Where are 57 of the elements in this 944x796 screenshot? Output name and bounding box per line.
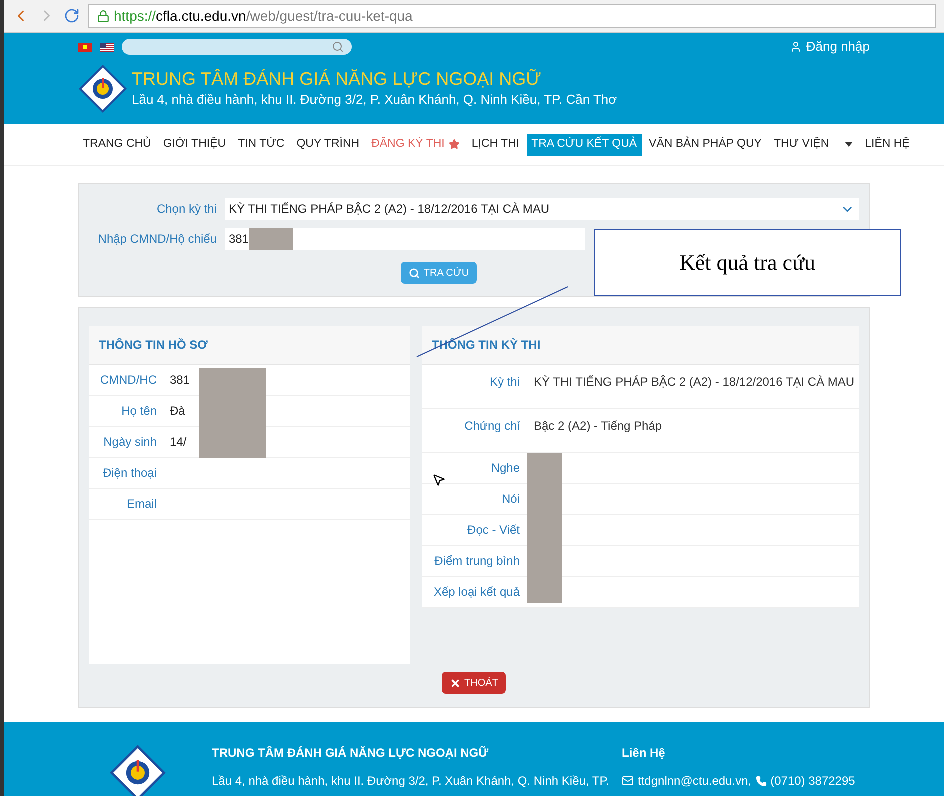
nav-item[interactable]: ĐĂNG KÝ THI: [366, 134, 465, 156]
address-bar[interactable]: https://cfla.ctu.edu.vn/web/guest/tra-cuu-ket-qua: [88, 4, 936, 28]
field-label: Email: [126, 496, 157, 513]
field-value: KỲ THI TIẾNG PHÁP BẬC 2 (A2) - 18/12/2016 TẠI CÀ MAU: [534, 374, 855, 391]
exam-select[interactable]: KỲ THI TIẾNG PHÁP BẬC 2 (A2) - 18/12/2016 TẠI CÀ MAU: [225, 198, 859, 220]
exit-button[interactable]: THOÁT: [442, 672, 506, 694]
field-label: CMND/HC: [99, 372, 157, 389]
field-label: Chọn kỳ thi: [156, 201, 217, 218]
star-icon: [448, 139, 460, 150]
field-value: Đà: [170, 403, 186, 420]
nav-item[interactable]: TRANG CHỦ: [78, 134, 156, 156]
footer-title: TRUNG TÂM ĐÁNH GIÁ NĂNG LỰC NGOẠI NGỮ: [212, 745, 490, 762]
cursor-icon: [432, 473, 446, 487]
field-value: Bậc 2 (A2) - Tiếng Pháp: [534, 418, 662, 435]
user-icon: [790, 41, 802, 53]
field-label: Xếp loại kết quả: [432, 584, 520, 601]
field-label: Nói: [500, 491, 520, 508]
id-input[interactable]: 381: [225, 228, 585, 250]
field-value: 14/: [170, 434, 187, 451]
field-label: Chứng chỉ: [464, 418, 520, 435]
nav-item[interactable]: GIỚI THIỆU: [158, 134, 232, 156]
search-icon[interactable]: [332, 41, 344, 53]
us-flag-icon[interactable]: [100, 42, 114, 52]
nav-item[interactable]: LỊCH THI: [466, 134, 525, 156]
field-label: Điểm trung bình: [434, 553, 520, 570]
field-label: Ngày sinh: [102, 434, 157, 451]
url-text: https://cfla.ctu.edu.vn/web/guest/tra-cuu-ket-qua: [114, 6, 413, 26]
field-label: Đọc - Viết: [466, 522, 520, 539]
contact-email: ttdgnlnn@ctu.edu.vn,: [638, 773, 752, 790]
site-address: Lầu 4, nhà điều hành, khu II. Đường 3/2, P. Xuân Khánh, Q. Ninh Kiều, TP. Cần Thơ: [132, 91, 618, 109]
contact-phone: (0710) 3872295: [770, 773, 856, 790]
nav-item[interactable]: THƯ VIỆN: [768, 134, 858, 156]
callout-text: Kết quả tra cứu: [680, 249, 816, 277]
search-icon: [408, 268, 420, 278]
phone-icon: [756, 776, 767, 786]
close-icon: [450, 678, 461, 688]
card-heading: THÔNG TIN HỒ SƠ: [89, 326, 410, 365]
search-field[interactable]: [122, 39, 352, 55]
field-label: Nghe: [490, 460, 520, 477]
field-label: Kỳ thi: [488, 374, 520, 391]
nav-item[interactable]: LIÊN HỆ: [860, 134, 915, 156]
field-label: Nhập CMND/Hộ chiếu: [97, 231, 217, 248]
field-value: 381: [170, 372, 190, 389]
lock-icon: [97, 10, 110, 22]
field-label: Họ tên: [120, 403, 157, 420]
contact-title: Liên Hệ: [622, 745, 666, 762]
redaction-block: [249, 228, 294, 250]
mail-icon: [622, 775, 634, 787]
nav-item[interactable]: TIN TỨC: [233, 134, 290, 156]
footer-address: Lầu 4, nhà điều hành, khu II. Đường 3/2, P. Xuân Khánh, Q. Ninh Kiều, TP.: [212, 773, 611, 790]
nav-item[interactable]: QUY TRÌNH: [292, 134, 365, 156]
vietnam-flag-icon[interactable]: [78, 42, 92, 52]
field-label: Điện thoại: [102, 465, 157, 482]
site-title: TRUNG TÂM ĐÁNH GIÁ NĂNG LỰC NGOẠI NGỮ: [132, 68, 542, 90]
reload-icon[interactable]: [64, 8, 80, 24]
caret-icon: [845, 142, 854, 147]
nav-item[interactable]: VĂN BẢN PHÁP QUY: [644, 134, 767, 156]
